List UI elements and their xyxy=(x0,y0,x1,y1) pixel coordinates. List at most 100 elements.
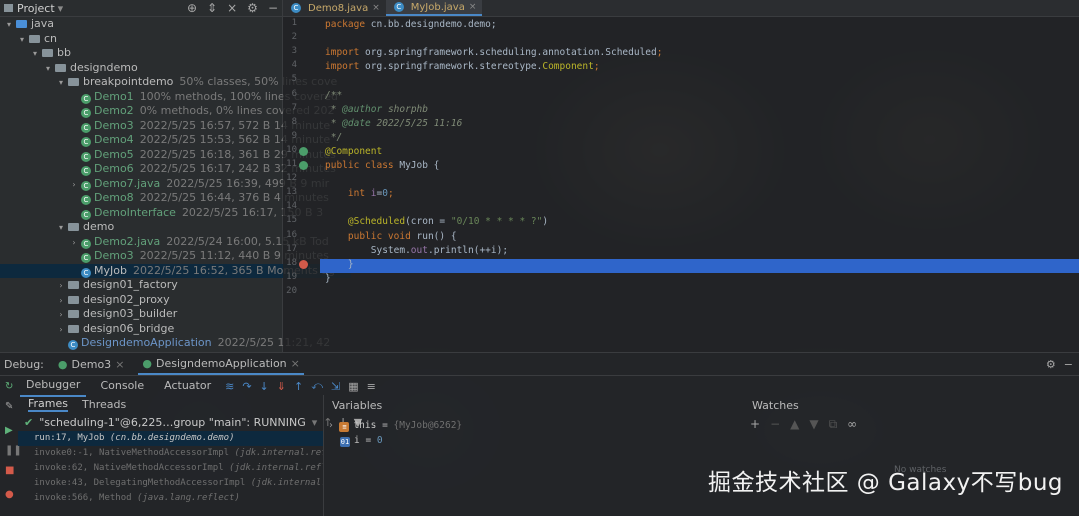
duplicate-icon[interactable]: ⧉ xyxy=(829,417,838,432)
step-into-icon[interactable]: ↓ xyxy=(260,380,269,393)
close-icon[interactable]: × xyxy=(291,357,300,370)
code-token: * xyxy=(325,117,343,129)
expand-arrow-icon[interactable]: › xyxy=(328,420,339,431)
close-icon[interactable]: × xyxy=(115,358,124,371)
stack-frame[interactable]: invoke:43, DelegatingMethodAccessorImpl … xyxy=(18,476,323,491)
class-icon: C xyxy=(81,166,91,176)
project-header: Project ▾ ⊕ ⇕ × ⚙ − xyxy=(0,0,282,17)
project-title[interactable]: Project xyxy=(17,2,55,15)
expand-arrow-icon[interactable]: › xyxy=(69,178,79,191)
tab-console[interactable]: Console xyxy=(94,376,150,396)
drop-frame-icon[interactable]: ⤺ xyxy=(311,379,323,393)
expand-arrow-icon[interactable]: ▾ xyxy=(17,33,27,46)
tree-item-label: design06_bridge xyxy=(83,321,175,335)
expand-arrow-icon[interactable]: ▾ xyxy=(4,18,14,31)
code-token: ; xyxy=(593,61,600,73)
resume-icon[interactable]: ▶ xyxy=(5,425,13,436)
evaluate-expression-icon[interactable]: ▦ xyxy=(348,380,358,393)
force-step-into-icon[interactable]: ⇓ xyxy=(277,380,286,393)
watches-title: Watches xyxy=(752,399,799,412)
glasses-icon[interactable]: ∞ xyxy=(847,417,857,432)
variable-equals: = xyxy=(376,420,394,431)
expand-arrow-icon[interactable]: › xyxy=(56,294,66,307)
collapse-all-icon[interactable]: ⇕ xyxy=(207,1,217,15)
step-out-icon[interactable]: ↑ xyxy=(294,380,303,393)
frames-list: run:17, MyJob (cn.bb.designdemo.demo) inv… xyxy=(18,431,323,506)
class-icon: C xyxy=(81,108,91,118)
tab-designdemoapplication[interactable]: ● DesigndemoApplication × xyxy=(138,353,304,375)
variable-row[interactable]: 01 i = 0 xyxy=(340,434,383,448)
expand-arrow-icon[interactable]: › xyxy=(56,323,66,336)
gear-icon[interactable]: ⚙ xyxy=(247,1,258,15)
variable-row[interactable]: › ≡ this = {MyJob@6262} xyxy=(328,419,462,433)
layout-icon[interactable]: ≡ xyxy=(367,380,376,393)
code-line: import org.springframework.stereotype.Co… xyxy=(325,60,600,74)
run-to-cursor-icon[interactable]: ⇲ xyxy=(331,380,340,393)
move-up-icon[interactable]: ▲ xyxy=(790,417,799,432)
chevron-down-icon[interactable]: ▾ xyxy=(58,2,64,15)
code-token: .println(++i); xyxy=(427,244,509,256)
code-line: int i=0; xyxy=(325,187,394,201)
remove-watch-icon[interactable]: − xyxy=(770,417,780,432)
class-icon: C xyxy=(81,253,91,263)
tab-frames[interactable]: Frames xyxy=(28,397,69,412)
line-number: 15 xyxy=(286,215,297,226)
editor-tab[interactable]: C Demo8.java × xyxy=(283,0,386,16)
close-icon[interactable]: × xyxy=(372,3,380,13)
close-icon[interactable]: × xyxy=(469,2,477,12)
close-icon[interactable]: × xyxy=(227,1,237,15)
expand-arrow-icon[interactable]: ▾ xyxy=(56,221,66,234)
stack-frame[interactable]: invoke0:-1, NativeMethodAccessorImpl (jd… xyxy=(18,446,323,461)
code-line: package cn.bb.designdemo.demo; xyxy=(325,18,497,32)
code-token: "0/10 * * * * ?" xyxy=(450,216,543,228)
folder-icon xyxy=(16,20,27,28)
tab-demo3[interactable]: ● Demo3 × xyxy=(54,358,129,371)
tree-item-label: Demo8 xyxy=(94,191,134,204)
expand-arrow-icon[interactable]: ▾ xyxy=(30,47,40,60)
tree-folder[interactable]: ▾ cn xyxy=(0,32,299,46)
thread-selector[interactable]: ✔ "scheduling-1"@6,225…group "main": RUN… xyxy=(18,413,362,431)
code-token: ; xyxy=(656,47,663,59)
class-icon: C xyxy=(81,151,91,162)
bean-icon[interactable] xyxy=(299,147,308,156)
code-token: @author xyxy=(342,103,383,115)
move-down-icon[interactable]: ▼ xyxy=(809,417,818,432)
code-view[interactable]: 1 2 3 4 5 6 7 8 9 10 11 12 13 14 15 16 17 18 19 20 package … xyxy=(283,17,1079,352)
wrench-icon[interactable]: ✎ xyxy=(5,401,13,412)
code-token: MyJob { xyxy=(399,160,440,171)
chevron-down-icon[interactable]: ▾ xyxy=(312,416,318,429)
editor-tab[interactable]: C MyJob.java × xyxy=(385,0,483,16)
rerun-icon[interactable]: ↻ xyxy=(5,381,13,392)
minimize-icon[interactable]: − xyxy=(1064,358,1073,371)
expand-arrow-icon[interactable]: › xyxy=(56,308,66,321)
tree-folder[interactable]: ▾ java xyxy=(0,17,286,31)
breakpoint-icon[interactable] xyxy=(299,260,308,269)
tree-folder[interactable]: ▾ designdemo xyxy=(0,61,325,75)
minimize-icon[interactable]: − xyxy=(268,1,278,15)
tab-actuator[interactable]: Actuator xyxy=(158,376,217,396)
stack-frame[interactable]: invoke:62, NativeMethodAccessorImpl (jdk… xyxy=(18,461,323,476)
expand-arrow-icon[interactable]: ▾ xyxy=(43,62,53,75)
variables-panel: Variables › ≡ this = {MyJob@6262} 01 i = 0 xyxy=(324,395,744,516)
tab-debugger[interactable]: Debugger xyxy=(20,375,87,397)
expand-arrow-icon[interactable]: ▾ xyxy=(56,76,66,89)
show-execution-point-icon[interactable]: ≋ xyxy=(225,380,234,393)
stack-frame[interactable]: run:17, MyJob (cn.bb.designdemo.demo) xyxy=(18,431,323,446)
stop-icon[interactable]: ■ xyxy=(5,465,14,476)
stack-frame[interactable]: invoke:566, Method (java.lang.reflect) xyxy=(18,491,323,506)
expand-arrow-icon[interactable]: › xyxy=(56,279,66,292)
line-number: 9 xyxy=(291,130,297,141)
tree-folder[interactable]: ▾ bb xyxy=(0,46,312,60)
step-over-icon[interactable]: ↷ xyxy=(242,380,251,393)
class-icon: C xyxy=(81,180,91,191)
tab-threads[interactable]: Threads xyxy=(82,398,126,411)
code-token: cn.bb.designdemo.demo; xyxy=(370,19,497,30)
view-breakpoints-icon[interactable]: ● xyxy=(5,489,14,500)
locate-icon[interactable]: ⊕ xyxy=(187,1,197,15)
gear-icon[interactable]: ⚙ xyxy=(1046,358,1056,371)
code-token: @date xyxy=(342,117,371,129)
expand-arrow-icon[interactable]: › xyxy=(69,236,79,249)
bean-icon[interactable] xyxy=(299,161,308,170)
code-token: package xyxy=(325,19,371,30)
add-watch-icon[interactable]: + xyxy=(750,417,760,432)
